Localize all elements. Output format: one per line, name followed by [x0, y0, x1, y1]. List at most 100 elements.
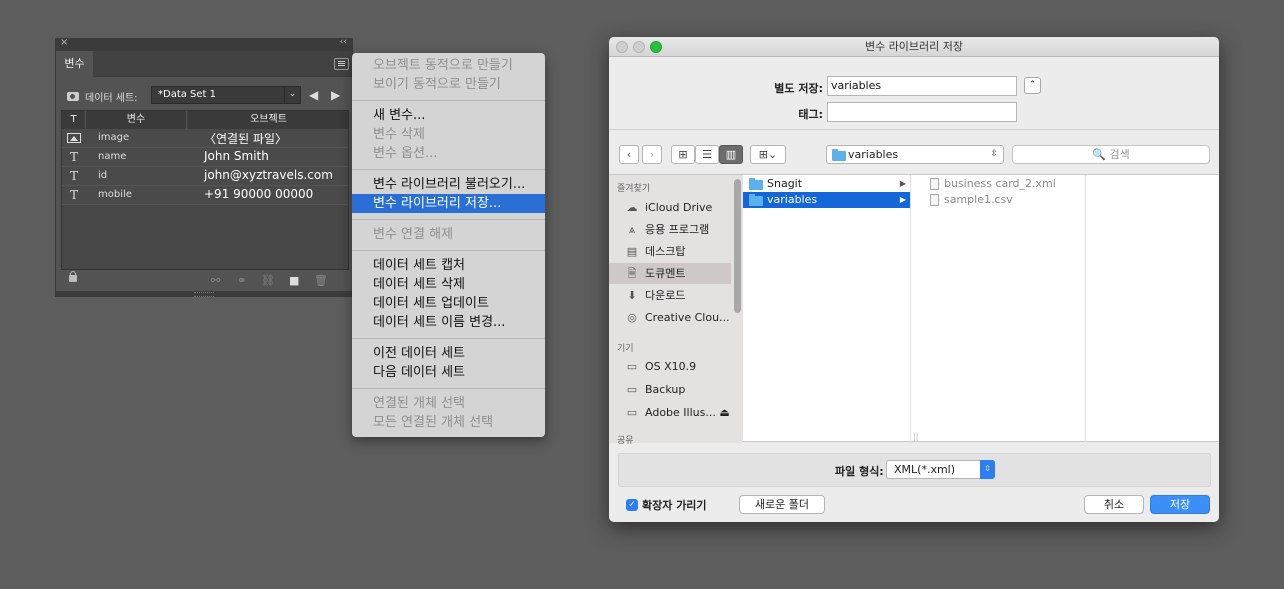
- search-input[interactable]: 🔍 검색: [1012, 145, 1210, 164]
- sidebar-item-documents[interactable]: 🗎 도큐멘트: [609, 263, 731, 284]
- menu-item-unbind-variable[interactable]: 변수 연결 해제: [352, 225, 545, 244]
- resize-grip[interactable]: [56, 291, 352, 297]
- format-label: 파일 형식:: [835, 465, 884, 478]
- next-dataset-icon[interactable]: ▶: [331, 88, 340, 102]
- sidebar-item-icloud[interactable]: ☁ iCloud Drive: [609, 197, 731, 218]
- new-folder-button[interactable]: 새로운 폴더: [739, 495, 825, 514]
- sidebar-header-devices: 기기: [617, 344, 634, 354]
- sidebar-item-adobe-illustrator[interactable]: ▭ Adobe Illus... ⏏: [609, 402, 731, 423]
- tags-label: 태그:: [798, 108, 823, 121]
- dialog-title-bar: 변수 라이브러리 저장: [609, 37, 1219, 57]
- format-select[interactable]: XML(*.xml) ⇳: [886, 460, 995, 479]
- list-item[interactable]: Snagit ▶: [743, 176, 910, 192]
- menu-item-make-object-dynamic[interactable]: 오브젝트 동적으로 만들기: [352, 56, 545, 75]
- menu-item-rename-dataset[interactable]: 데이터 세트 이름 변경...: [352, 313, 545, 332]
- column-view-button[interactable]: ▥: [719, 145, 743, 164]
- chevron-up-icon[interactable]: ⌃: [1024, 77, 1041, 94]
- panel-title-bar: × ‹‹: [56, 37, 352, 51]
- cancel-button[interactable]: 취소: [1084, 495, 1144, 514]
- menu-item-save-library[interactable]: 변수 라이브러리 저장...: [352, 194, 545, 213]
- menu-separator: [352, 219, 545, 220]
- dataset-label: 데이터 세트:: [85, 93, 138, 104]
- save-button[interactable]: 저장: [1150, 495, 1210, 514]
- menu-item-make-visibility-dynamic[interactable]: 보이기 동적으로 만들기: [352, 75, 545, 94]
- variable-object: john@xyztravels.com: [204, 168, 333, 182]
- camera-icon[interactable]: [67, 92, 79, 101]
- table-row[interactable]: T name John Smith: [62, 148, 348, 167]
- back-button[interactable]: ‹: [619, 145, 639, 164]
- sidebar-item-label: 데스크탑: [645, 245, 686, 258]
- location-select[interactable]: variables ⇳: [826, 145, 1004, 164]
- menu-item-select-bound-objects[interactable]: 연결된 개체 선택: [352, 394, 545, 413]
- menu-item-select-all-bound-objects[interactable]: 모든 연결된 개체 선택: [352, 413, 545, 432]
- column-header-type[interactable]: T: [62, 111, 86, 129]
- location-value: variables: [848, 148, 899, 161]
- panel-flyout-menu: 오브젝트 동적으로 만들기 보이기 동적으로 만들기 새 변수... 변수 삭제…: [352, 53, 545, 437]
- list-item-selected[interactable]: variables ▶: [743, 192, 910, 208]
- sidebar-item-desktop[interactable]: ▤ 데스크탑: [609, 241, 731, 262]
- image-icon: [67, 133, 81, 143]
- sidebar: 즐겨찾기 ☁ iCloud Drive ⩓ 응용 프로그램 ▤ 데스크탑 🗎 도큐멘트 …: [609, 175, 743, 446]
- menu-item-next-dataset[interactable]: 다음 데이터 세트: [352, 363, 545, 382]
- save-dialog: 변수 라이브러리 저장 별도 저장: variables ⌃ 태그: ‹ › ⊞…: [609, 37, 1219, 522]
- sidebar-item-creative-cloud[interactable]: ◎ Creative Clou...: [609, 307, 731, 328]
- make-link-icon[interactable]: ⚭: [237, 274, 246, 287]
- forward-button[interactable]: ›: [642, 145, 662, 164]
- table-row[interactable]: T id john@xyztravels.com: [62, 167, 348, 186]
- tab-variables[interactable]: 변수: [56, 51, 93, 77]
- menu-item-new-variable[interactable]: 새 변수...: [352, 106, 545, 125]
- menu-item-update-dataset[interactable]: 데이터 세트 업데이트: [352, 294, 545, 313]
- icon-view-button[interactable]: ⊞: [671, 145, 695, 164]
- unbind-icon[interactable]: ⛓: [261, 274, 275, 287]
- sidebar-item-backup[interactable]: ▭ Backup: [609, 379, 731, 400]
- sidebar-item-label: Creative Clou...: [645, 311, 730, 324]
- variable-object: +91 90000 00000: [204, 187, 314, 201]
- menu-item-capture-dataset[interactable]: 데이터 세트 캡처: [352, 256, 545, 275]
- sidebar-item-applications[interactable]: ⩓ 응용 프로그램: [609, 219, 731, 240]
- list-item[interactable]: business card_2.xml: [920, 176, 1085, 192]
- menu-item-delete-dataset[interactable]: 데이터 세트 삭제: [352, 275, 545, 294]
- list-item-label: business card_2.xml: [944, 177, 1056, 190]
- menu-item-variable-options[interactable]: 변수 옵션...: [352, 144, 545, 163]
- column-header-object[interactable]: 오브젝트: [187, 111, 350, 129]
- folder-icon: [832, 149, 846, 161]
- dataset-select[interactable]: *Data Set 1 ⌄: [151, 86, 301, 104]
- chevron-updown-icon: ⇳: [980, 460, 995, 479]
- list-item[interactable]: sample1.csv: [920, 192, 1085, 208]
- file-browser: 즐겨찾기 ☁ iCloud Drive ⩓ 응용 프로그램 ▤ 데스크탑 🗎 도큐멘트 …: [609, 174, 1219, 446]
- table-row[interactable]: T mobile +91 90000 00000: [62, 186, 348, 205]
- sidebar-item-os-disk[interactable]: ▭ OS X10.9: [609, 356, 731, 377]
- column-resize-handle[interactable]: ||: [913, 432, 918, 441]
- hide-extension-checkbox[interactable]: ✓: [626, 499, 638, 511]
- table-row[interactable]: image 〈연결된 파일〉: [62, 129, 348, 148]
- menu-item-delete-variable[interactable]: 변수 삭제: [352, 125, 545, 144]
- menu-item-load-library[interactable]: 변수 라이브러리 불러오기...: [352, 175, 545, 194]
- close-icon[interactable]: ×: [60, 37, 68, 48]
- tags-input[interactable]: [827, 102, 1017, 122]
- variable-name: name: [98, 151, 127, 162]
- lock-icon[interactable]: [69, 271, 77, 282]
- panel-menu-icon[interactable]: [334, 58, 349, 70]
- text-icon: T: [69, 188, 78, 202]
- column-header-variable[interactable]: 변수: [86, 111, 187, 129]
- make-text-dynamic-icon[interactable]: ⚯: [211, 274, 220, 287]
- close-window-button[interactable]: [616, 41, 628, 53]
- table-header: T 변수 오브젝트: [62, 111, 348, 129]
- menu-separator: [352, 169, 545, 170]
- collapse-icon[interactable]: ‹‹: [340, 37, 347, 47]
- menu-item-previous-dataset[interactable]: 이전 데이터 세트: [352, 344, 545, 363]
- menu-separator: [352, 388, 545, 389]
- creative-cloud-icon: ◎: [627, 311, 637, 324]
- previous-dataset-icon[interactable]: ◀: [309, 88, 318, 102]
- minimize-window-button[interactable]: [633, 41, 645, 53]
- list-view-button[interactable]: ☰: [695, 145, 719, 164]
- zoom-window-button[interactable]: [650, 41, 662, 53]
- trash-icon[interactable]: 🗑: [314, 274, 328, 287]
- sidebar-scrollbar[interactable]: [734, 179, 741, 313]
- chevron-right-icon: ▶: [899, 179, 906, 188]
- save-as-label: 별도 저장:: [774, 82, 823, 95]
- arrange-button[interactable]: ⊞⌄: [750, 145, 786, 164]
- new-variable-icon[interactable]: ■: [289, 274, 299, 287]
- save-as-input[interactable]: variables: [827, 76, 1017, 96]
- sidebar-item-downloads[interactable]: ⬇ 다운로드: [609, 285, 731, 306]
